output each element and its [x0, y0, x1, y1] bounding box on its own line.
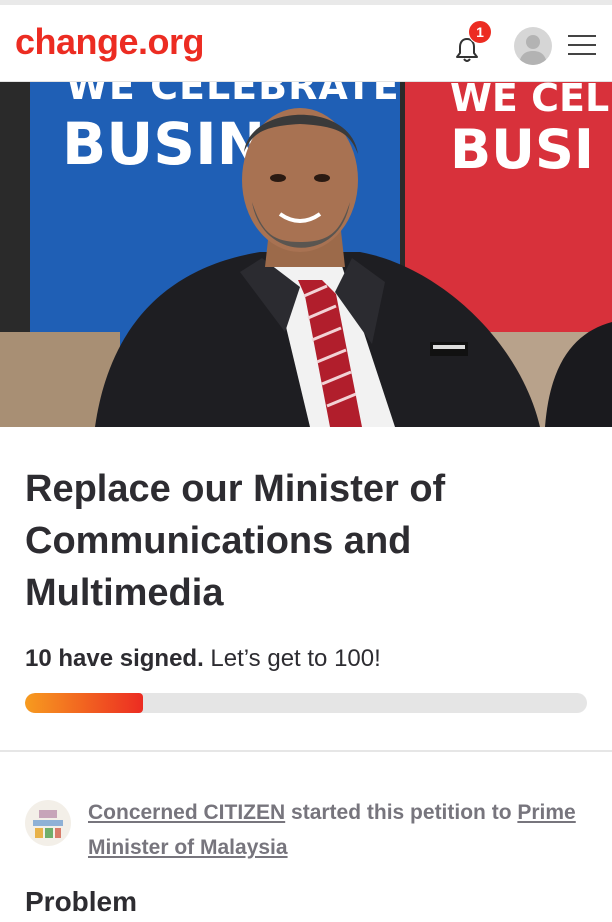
- section-divider: [0, 750, 612, 752]
- signature-progress-bar: [25, 693, 587, 713]
- signed-count: 10 have signed.: [25, 645, 204, 672]
- starter-line: Concerned CITIZEN started this petition …: [88, 795, 598, 865]
- petition-starter: Concerned CITIZEN started this petition …: [25, 795, 605, 865]
- signature-progress-fill: [25, 693, 144, 713]
- hamburger-menu-icon[interactable]: [568, 35, 596, 59]
- starter-middle-text: started this petition to: [291, 801, 512, 824]
- signature-goal-text: Let’s get to 100!: [210, 645, 381, 672]
- signature-count-text: 10 have signed. Let’s get to 100!: [25, 645, 381, 673]
- minister-photo: [0, 108, 612, 427]
- section-heading-problem: Problem: [25, 886, 138, 917]
- user-icon: [519, 35, 547, 65]
- starter-logo-icon: [33, 810, 63, 838]
- petition-title: Replace our Minister of Communications a…: [25, 468, 446, 614]
- starter-avatar[interactable]: [25, 800, 71, 846]
- starter-name-link[interactable]: Concerned CITIZEN: [88, 801, 285, 824]
- petition-hero-image: WE CELEBRATE BUSINE WE CEL BUSI: [0, 82, 612, 427]
- site-header: change.org 1: [0, 5, 612, 82]
- notification-badge: 1: [468, 20, 492, 44]
- user-avatar[interactable]: [514, 27, 552, 65]
- changeorg-logo[interactable]: change.org: [15, 22, 205, 62]
